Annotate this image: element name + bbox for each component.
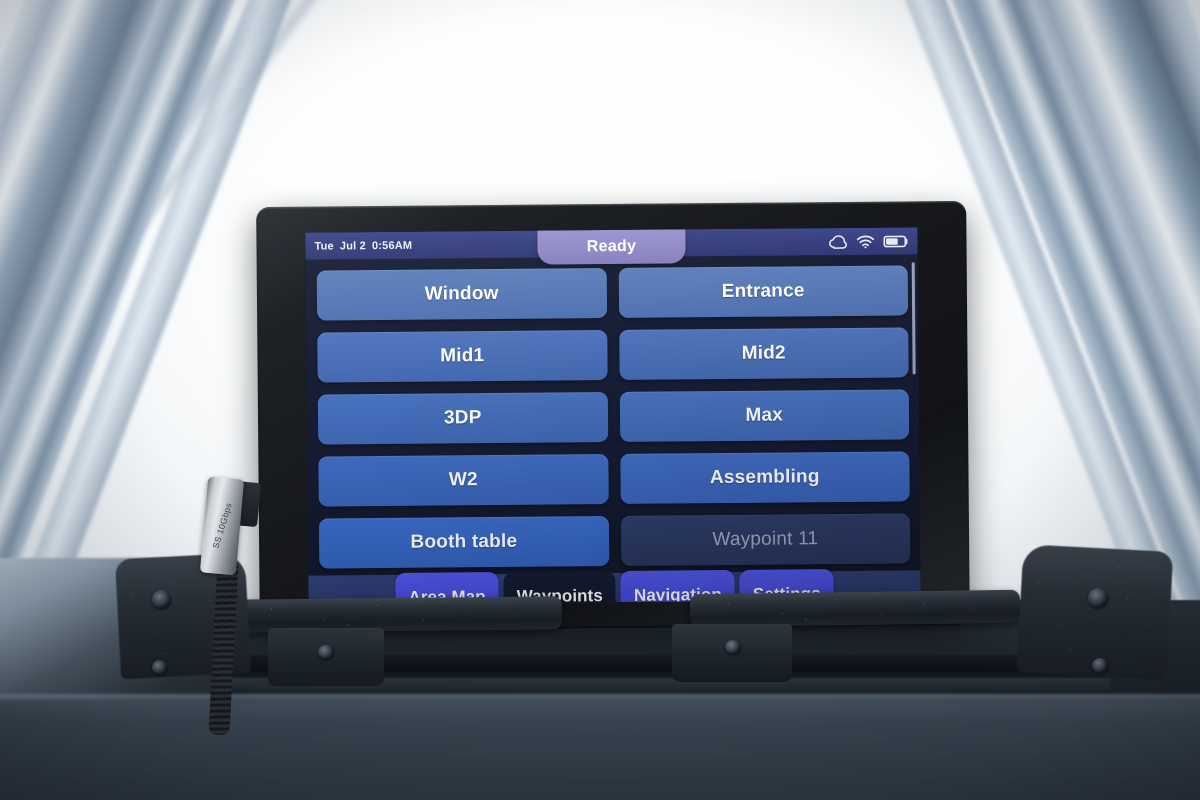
chassis-slot-rail-lower xyxy=(110,678,1110,694)
waypoint-button[interactable]: Booth table xyxy=(318,516,609,569)
waypoint-button[interactable]: Entrance xyxy=(618,265,909,318)
waypoint-button[interactable]: Mid2 xyxy=(618,327,909,380)
screw-bracket-right-upper xyxy=(1088,588,1108,608)
cloud-icon[interactable] xyxy=(828,234,847,249)
mount-bar-texture xyxy=(689,589,1021,628)
list-scrollbar[interactable] xyxy=(911,262,916,375)
waypoint-button[interactable]: W2 xyxy=(318,454,609,507)
wifi-icon[interactable] xyxy=(856,234,875,248)
tablet-screen: Tue Jul 2 0:56AM Ready Window Entrance M… xyxy=(305,227,921,605)
screw-bracket-left-lower xyxy=(152,660,167,675)
tablet-device: Tue Jul 2 0:56AM Ready Window Entrance M… xyxy=(256,200,970,632)
screw-bracket-left-upper xyxy=(152,590,171,609)
chassis-front-panel xyxy=(0,700,1200,800)
screw-foot-left xyxy=(318,645,334,659)
screw-foot-center xyxy=(725,640,741,654)
clock-day: Tue xyxy=(314,239,334,253)
battery-icon[interactable] xyxy=(883,234,908,248)
clock-date: Jul 2 xyxy=(339,239,366,252)
waypoint-button[interactable]: 3DP xyxy=(317,392,608,445)
system-icons xyxy=(828,234,908,249)
waypoint-button[interactable]: Window xyxy=(316,268,607,321)
clock: Tue Jul 2 0:56AM xyxy=(314,239,418,252)
waypoint-list: Window Entrance Mid1 Mid2 3DP Max W2 Ass… xyxy=(306,254,921,575)
waypoint-button[interactable]: Max xyxy=(619,389,910,442)
photo-scene: Tue Jul 2 0:56AM Ready Window Entrance M… xyxy=(0,0,1200,800)
tablet-mount-bar-right xyxy=(689,589,1021,628)
waypoint-button[interactable]: Mid1 xyxy=(317,330,608,383)
robot-ui: Tue Jul 2 0:56AM Ready Window Entrance M… xyxy=(305,227,921,605)
waypoint-button-disabled: Waypoint 11 xyxy=(620,513,911,566)
clock-time: 0:56AM xyxy=(371,239,413,252)
waypoint-button[interactable]: Assembling xyxy=(619,451,910,504)
screw-bracket-right-lower xyxy=(1092,658,1108,673)
